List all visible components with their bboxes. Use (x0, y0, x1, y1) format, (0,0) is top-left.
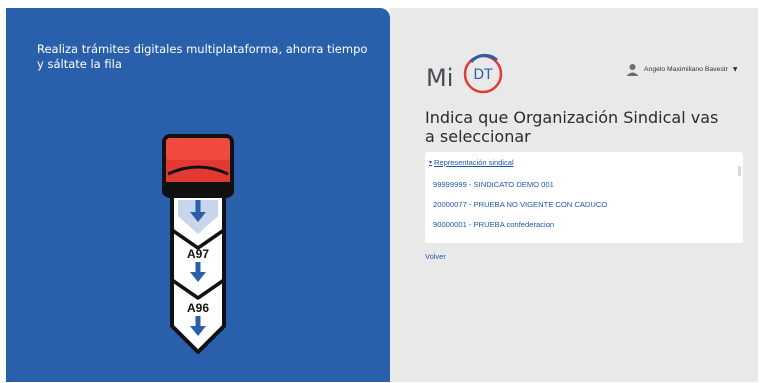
page-title: Indica que Organización Sindical vas a s… (425, 108, 719, 146)
dt-logo-mark: DT (463, 53, 503, 94)
user-menu[interactable]: Angelo Maximiliano Bavestr ▼ (626, 63, 738, 76)
organization-item[interactable]: 20000077 - PRUEBA NO VIGENTE CON CADUCO (433, 200, 607, 210)
organization-item[interactable]: 99999999 - SINDICATO DEMO 001 (433, 180, 607, 190)
caret-down-icon: ▼ (732, 66, 738, 73)
logo-dt-text: DT (473, 67, 493, 83)
promo-panel: Realiza trámites digitales multiplatafor… (6, 8, 390, 382)
back-link[interactable]: Volver (425, 252, 446, 261)
user-icon (626, 64, 639, 76)
mi-dt-logo: Mi DT (426, 52, 516, 94)
app-frame: Realiza trámites digitales multiplatafor… (6, 8, 758, 382)
promo-tagline: Realiza trámites digitales multiplatafor… (37, 42, 368, 71)
representation-label: Representación sindical (434, 158, 514, 167)
dispenser-base (162, 182, 234, 196)
queue-ticket-illustration: A97 A96 (162, 134, 234, 354)
representation-toggle[interactable]: ▾ Representación sindical (429, 158, 514, 167)
chevron-down-icon: ▾ (429, 160, 433, 166)
ticket-number: A97 (187, 247, 209, 261)
organization-item[interactable]: 90000001 - PRUEBA confederacion (433, 220, 607, 230)
user-name: Angelo Maximiliano Bavestr (644, 66, 728, 73)
organization-list: 99999999 - SINDICATO DEMO 001 20000077 -… (433, 180, 607, 240)
selection-panel: Mi DT Angelo Maximiliano Bavestr ▼ Indic… (390, 8, 758, 382)
ticket-number: A96 (187, 301, 209, 315)
organization-card: ▾ Representación sindical 99999999 - SIN… (425, 152, 743, 243)
scrollbar[interactable] (738, 166, 741, 176)
dispenser-top (166, 138, 230, 160)
logo-mi-text: Mi (426, 64, 454, 92)
